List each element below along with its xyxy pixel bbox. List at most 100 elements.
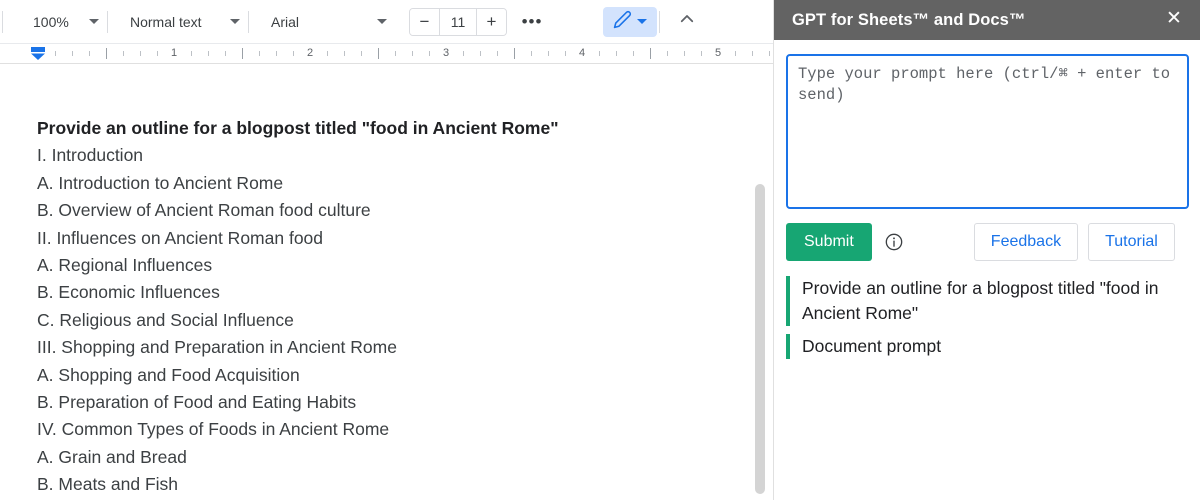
toolbar-divider [2, 10, 3, 33]
toolbar-divider [659, 10, 660, 33]
editing-mode-button[interactable] [603, 6, 657, 37]
chevron-down-icon [377, 19, 387, 24]
ruler-tick [293, 51, 294, 56]
ruler-tick [225, 51, 226, 56]
document-line: A. Grain and Bread [37, 446, 187, 467]
ruler-tick [769, 51, 770, 56]
font-size-stepper[interactable]: − 11 + [409, 7, 507, 36]
paragraph-style-label: Normal text [130, 13, 202, 30]
ruler-tick [140, 51, 141, 56]
ruler-tick [752, 51, 753, 56]
history-item[interactable]: Document prompt [786, 334, 1166, 359]
tutorial-button[interactable]: Tutorial [1088, 223, 1175, 261]
toolbar-divider [107, 10, 108, 33]
ruler-tick [259, 51, 260, 56]
document-line: II. Influences on Ancient Roman food [37, 227, 324, 248]
close-icon[interactable]: ✕ [1162, 8, 1186, 32]
feedback-button[interactable]: Feedback [973, 223, 1079, 261]
ruler-tick [55, 51, 56, 56]
document-line: I. Introduction [37, 145, 144, 166]
ruler-tick [514, 48, 515, 59]
prompt-history-list: Provide an outline for a blogpost titled… [786, 276, 1188, 359]
ruler-number: 2 [306, 47, 314, 59]
chevron-down-icon [89, 19, 99, 24]
ruler-tick [633, 51, 634, 56]
ruler-tick [565, 51, 566, 56]
zoom-level-label: 100% [33, 13, 69, 30]
document-line: A. Regional Influences [37, 255, 213, 276]
increase-font-size-button[interactable]: + [477, 8, 506, 35]
ruler-tick [157, 51, 158, 56]
submit-button[interactable]: Submit [786, 223, 872, 261]
document-line: IV. Common Types of Foods in Ancient Rom… [37, 419, 390, 440]
ruler-tick [667, 51, 668, 56]
chevron-down-icon [230, 19, 240, 24]
document-toolbar: 100% Normal text Arial − 11 + ••• [0, 0, 773, 44]
ruler-tick [650, 48, 651, 59]
ruler-tick [106, 48, 107, 59]
panel-action-row: Submit Feedback Tutorial [786, 223, 1188, 261]
ruler-tick [242, 48, 243, 59]
pencil-icon [613, 10, 632, 34]
app-root: 100% Normal text Arial − 11 + ••• 1 2 3 … [0, 0, 1200, 500]
ruler-tick [72, 51, 73, 56]
prompt-input[interactable] [786, 54, 1189, 209]
info-icon[interactable] [884, 232, 904, 252]
ruler-tick [361, 51, 362, 56]
ruler-tick [429, 51, 430, 56]
document-line: B. Overview of Ancient Roman food cultur… [37, 200, 371, 221]
toolbar-divider [248, 10, 249, 33]
ruler-tick [701, 51, 702, 56]
document-body-text[interactable]: Provide an outline for a blogpost titled… [37, 115, 727, 499]
document-scrollbar[interactable] [755, 184, 765, 494]
paragraph-style-dropdown[interactable]: Normal text [124, 7, 246, 37]
document-line: A. Shopping and Food Acquisition [37, 364, 300, 385]
ruler-tick [276, 51, 277, 56]
document-area: 100% Normal text Arial − 11 + ••• 1 2 3 … [0, 0, 773, 500]
ruler-tick [378, 48, 379, 59]
document-line: B. Meats and Fish [37, 474, 179, 495]
ruler-tick [412, 51, 413, 56]
ruler-number: 4 [578, 47, 586, 59]
ruler-tick [548, 51, 549, 56]
document-line: III. Shopping and Preparation in Ancient… [37, 337, 397, 358]
chevron-down-icon [637, 19, 647, 24]
document-line: C. Religious and Social Influence [37, 309, 294, 330]
document-line: B. Preparation of Food and Eating Habits [37, 392, 357, 413]
panel-header: GPT for Sheets™ and Docs™ ✕ [774, 0, 1200, 40]
ruler-tick [191, 51, 192, 56]
ruler-tick [123, 51, 124, 56]
indent-marker-icon[interactable] [30, 46, 46, 62]
document-ruler[interactable]: 1 2 3 4 5 [0, 44, 773, 64]
ruler-tick [480, 51, 481, 56]
ruler-tick [497, 51, 498, 56]
panel-title: GPT for Sheets™ and Docs™ [792, 10, 1026, 29]
ellipsis-icon: ••• [521, 11, 543, 31]
document-line: Provide an outline for a blogpost titled… [37, 118, 559, 138]
ruler-number: 5 [714, 47, 722, 59]
ruler-tick [344, 51, 345, 56]
font-family-label: Arial [271, 13, 300, 30]
ruler-tick [327, 51, 328, 56]
font-size-input[interactable]: 11 [439, 8, 477, 35]
history-item[interactable]: Provide an outline for a blogpost titled… [786, 276, 1166, 326]
ruler-number: 1 [170, 47, 178, 59]
ruler-tick [616, 51, 617, 56]
more-options-button[interactable]: ••• [517, 7, 547, 37]
collapse-toolbar-button[interactable] [672, 7, 702, 37]
gpt-side-panel: GPT for Sheets™ and Docs™ ✕ Submit Feedb… [773, 0, 1200, 500]
ruler-tick [599, 51, 600, 56]
ruler-tick [684, 51, 685, 56]
ruler-tick [208, 51, 209, 56]
decrease-font-size-button[interactable]: − [410, 8, 439, 35]
ruler-tick [395, 51, 396, 56]
zoom-level-dropdown[interactable]: 100% [27, 7, 105, 37]
panel-body: Submit Feedback Tutorial Provide an outl… [774, 40, 1200, 359]
ruler-number: 3 [442, 47, 450, 59]
ruler-tick [531, 51, 532, 56]
chevron-up-icon [678, 10, 696, 33]
document-page[interactable]: Provide an outline for a blogpost titled… [0, 65, 773, 500]
font-family-dropdown[interactable]: Arial [265, 7, 393, 37]
document-line: B. Economic Influences [37, 282, 220, 303]
ruler-tick [735, 51, 736, 56]
